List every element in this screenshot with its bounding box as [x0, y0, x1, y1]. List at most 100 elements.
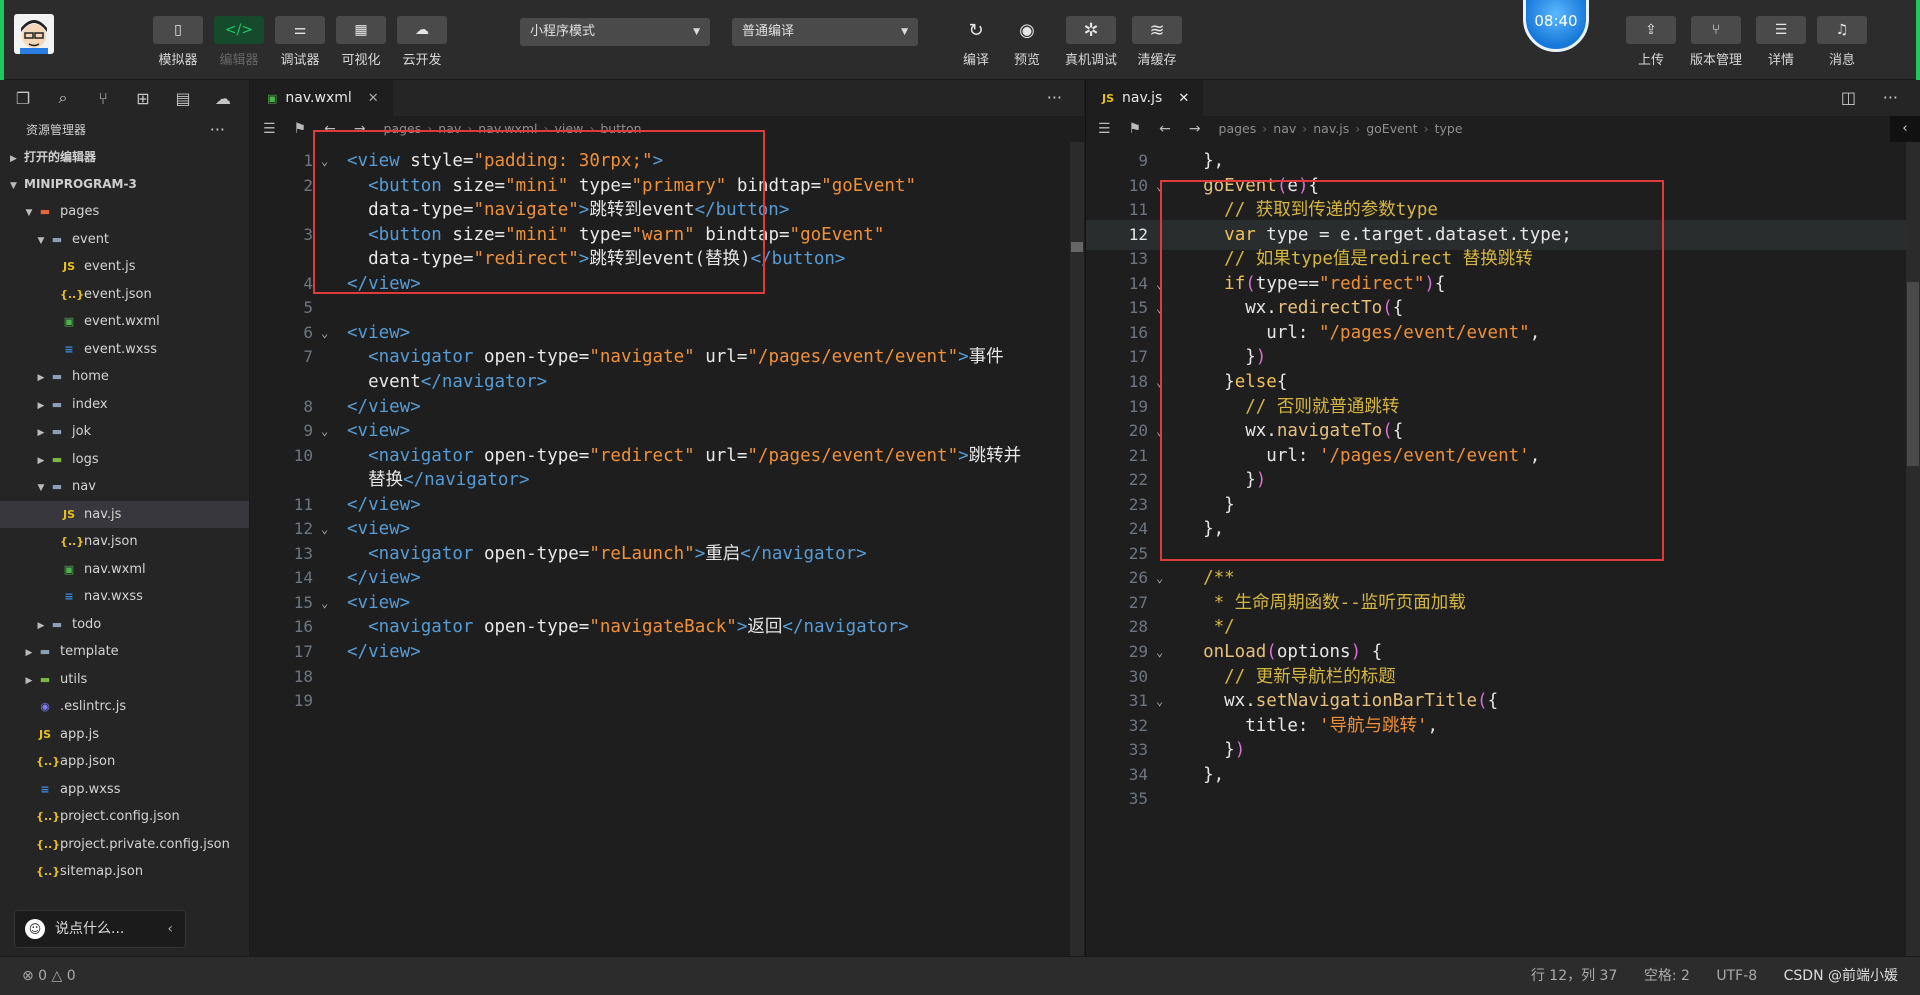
files-icon[interactable]: ❐: [8, 84, 38, 112]
tree-item[interactable]: JS event.js: [0, 253, 249, 281]
breadcrumb-item[interactable]: nav: [438, 121, 461, 136]
cursor-position[interactable]: 行 12，列 37: [1531, 968, 1618, 984]
open-editors-section[interactable]: ▶ 打开的编辑器: [0, 144, 249, 171]
folder-icon: ▬: [51, 617, 63, 631]
tree-item[interactable]: ▣ event.wxml: [0, 308, 249, 336]
bell-tool-button[interactable]: ♫ 消息: [1811, 16, 1873, 68]
code-token: type==: [1255, 273, 1319, 294]
tree-item[interactable]: ▶ ▬ template: [0, 638, 249, 666]
source-control-icon[interactable]: ⑂: [88, 84, 118, 112]
more-icon[interactable]: ···: [210, 116, 225, 144]
tree-item[interactable]: ▣ nav.wxml: [0, 556, 249, 584]
search-icon[interactable]: ⌕: [48, 84, 78, 112]
breadcrumb-item[interactable]: nav.js: [1313, 121, 1349, 136]
code-line[interactable]: 19: [251, 686, 1084, 716]
layout-tool-button[interactable]: ▦ 可视化: [330, 16, 392, 68]
breadcrumb-item[interactable]: nav.wxml: [478, 121, 537, 136]
code-token: open-type=: [483, 445, 590, 466]
cloud-tool-button[interactable]: ☁ 云开发: [391, 16, 453, 68]
user-avatar[interactable]: [14, 14, 54, 54]
layers-tool-button[interactable]: ≋ 清缓存: [1126, 16, 1188, 68]
tree-item[interactable]: {..}app.json: [0, 748, 249, 776]
close-icon[interactable]: ✕: [368, 91, 379, 106]
tree-item[interactable]: ≡ event.wxss: [0, 336, 249, 364]
back-icon[interactable]: ←: [324, 121, 336, 137]
tree-item[interactable]: ▶ ▬ home: [0, 363, 249, 391]
tree-item[interactable]: ▶ ▬ jok: [0, 418, 249, 446]
code-token: ): [1255, 470, 1267, 491]
close-icon[interactable]: ✕: [1178, 91, 1189, 106]
compile-select[interactable]: 普通编译 ▼: [732, 18, 918, 46]
bug-tool-button[interactable]: ✲ 真机调试: [1060, 16, 1122, 68]
encoding[interactable]: UTF-8: [1716, 968, 1757, 984]
tree-item[interactable]: {..}sitemap.json: [0, 858, 249, 886]
debug-icon[interactable]: ▤: [168, 84, 198, 112]
tree-item[interactable]: ▶ ▬ todo: [0, 611, 249, 639]
tree-item[interactable]: ▶ ▬ logs: [0, 446, 249, 474]
bookmark-icon[interactable]: ⚑: [1129, 121, 1142, 137]
mode-select[interactable]: 小程序模式 ▼: [520, 18, 710, 46]
tree-item[interactable]: JS nav.js: [0, 500, 249, 528]
bookmark-icon[interactable]: ⚑: [294, 121, 307, 137]
code-area[interactable]: 1 ⌄ <view style="padding: 30rpx;"> 2 <butto…: [251, 142, 1084, 956]
tab-nav-wxml[interactable]: ▣ nav.wxml ✕: [251, 80, 393, 116]
tree-item[interactable]: {..}project.config.json: [0, 803, 249, 831]
tree-item[interactable]: ≡ app.wxss: [0, 776, 249, 804]
menu-tool-button[interactable]: ☰ 详情: [1750, 16, 1812, 68]
phone-tool-button[interactable]: ▯ 模拟器: [147, 16, 209, 68]
split-editor-icon[interactable]: ◫: [1841, 80, 1856, 116]
chevron-left-icon[interactable]: ‹: [167, 911, 173, 947]
chevron-left-icon[interactable]: ‹: [1890, 116, 1920, 142]
breadcrumb-item[interactable]: goEvent: [1366, 121, 1417, 136]
breadcrumb-item[interactable]: pages: [1219, 121, 1257, 136]
breadcrumb-item[interactable]: nav: [1273, 121, 1296, 136]
tree-item[interactable]: ▶ ▬ index: [0, 391, 249, 419]
sliders-tool-button[interactable]: ⚌ 调试器: [269, 16, 331, 68]
code-token: setNavigationBarTitle: [1255, 691, 1478, 712]
docker-icon[interactable]: ☁: [208, 84, 238, 112]
forward-icon[interactable]: →: [1189, 121, 1201, 137]
branch-tool-button[interactable]: ⑂ 版本管理: [1685, 16, 1747, 68]
scroll-thumb[interactable]: [1907, 282, 1919, 466]
breadcrumb-item[interactable]: type: [1435, 121, 1463, 136]
indentation[interactable]: 空格: 2: [1644, 968, 1690, 984]
breadcrumb-item[interactable]: view: [555, 121, 584, 136]
code-token: /**: [1203, 568, 1235, 589]
back-icon[interactable]: ←: [1159, 121, 1171, 137]
chat-input[interactable]: ☺ 说点什么... ‹: [14, 910, 186, 948]
forward-icon[interactable]: →: [354, 121, 366, 137]
code-area[interactable]: 9 }, 10 ⌄ goEvent(e){11 // 获取到传递的参数type 12 …: [1086, 142, 1920, 956]
tree-item[interactable]: ◉ .eslintrc.js: [0, 693, 249, 721]
breadcrumb-item[interactable]: button: [600, 121, 641, 136]
more-icon[interactable]: ···: [1047, 80, 1062, 116]
code-line[interactable]: 35: [1086, 784, 1920, 814]
list-icon[interactable]: ☰: [263, 121, 276, 137]
tree-item[interactable]: ≡ nav.wxss: [0, 583, 249, 611]
project-section[interactable]: ▼ MINIPROGRAM-3: [0, 171, 249, 198]
tree-item[interactable]: JS app.js: [0, 721, 249, 749]
code-tool-button[interactable]: </> 编辑器: [208, 16, 270, 68]
eslint-file-icon: ◉: [40, 700, 50, 713]
upload-tool-button[interactable]: ⇪ 上传: [1620, 16, 1682, 68]
upload-icon: ⇪: [1626, 16, 1676, 44]
tree-item[interactable]: ▼ ▬ pages: [0, 198, 249, 226]
tree-item[interactable]: ▼ ▬ event: [0, 226, 249, 254]
tree-item[interactable]: {..}event.json: [0, 281, 249, 309]
problems-indicator[interactable]: ⊗ 0 △ 0: [22, 957, 76, 995]
extensions-icon[interactable]: ⊞: [128, 84, 158, 112]
tab-nav-js[interactable]: JS nav.js ✕: [1086, 80, 1204, 116]
code-token: "redirect": [473, 249, 579, 270]
tree-item[interactable]: {..}nav.json: [0, 528, 249, 556]
scroll-thumb[interactable]: [1071, 242, 1083, 252]
eye-tool-button[interactable]: ◉ 预览: [996, 16, 1058, 69]
scrollbar[interactable]: [1906, 142, 1920, 956]
tree-item[interactable]: {..}project.private.config.json: [0, 831, 249, 859]
tree-item[interactable]: ▼ ▬ nav: [0, 473, 249, 501]
list-icon[interactable]: ☰: [1098, 121, 1111, 137]
scrollbar[interactable]: [1070, 142, 1084, 956]
tree-item[interactable]: ▶ ▬ utils: [0, 666, 249, 694]
breadcrumb-item[interactable]: pages: [384, 121, 422, 136]
more-icon[interactable]: ···: [1883, 80, 1898, 116]
